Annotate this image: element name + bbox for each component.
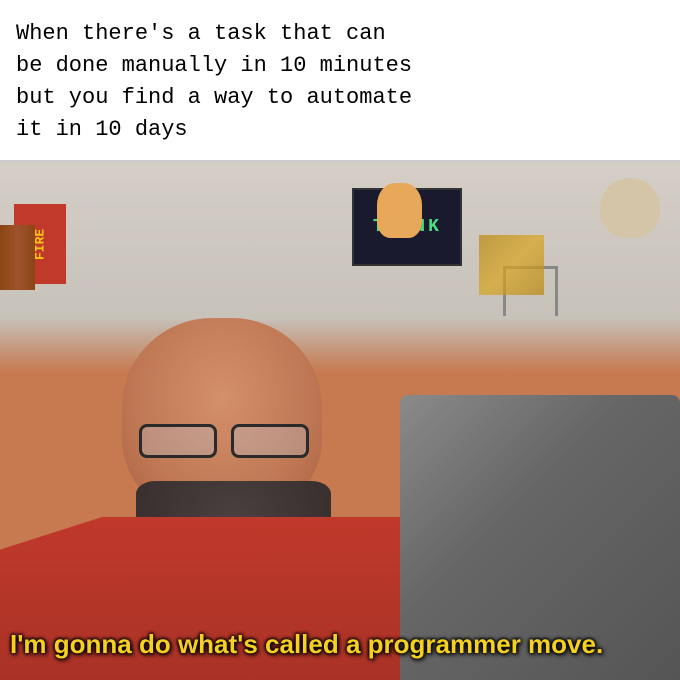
award-box <box>479 235 544 295</box>
photo-background: FIRE THINK <box>0 163 680 680</box>
meme-image-section: FIRE THINK <box>0 163 680 680</box>
image-canvas: FIRE THINK <box>0 163 680 680</box>
skull-decoration <box>600 178 660 238</box>
books-left <box>0 225 35 290</box>
meme-text-section: When there's a task that can be done man… <box>0 0 680 160</box>
caption-text: I'm gonna do what's called a programmer … <box>10 629 603 659</box>
caption-overlay: I'm gonna do what's called a programmer … <box>10 628 670 662</box>
person-glasses <box>129 419 319 454</box>
animal-figurine <box>377 183 422 238</box>
meme-container: When there's a task that can be done man… <box>0 0 680 680</box>
meme-top-text: When there's a task that can be done man… <box>16 18 664 146</box>
